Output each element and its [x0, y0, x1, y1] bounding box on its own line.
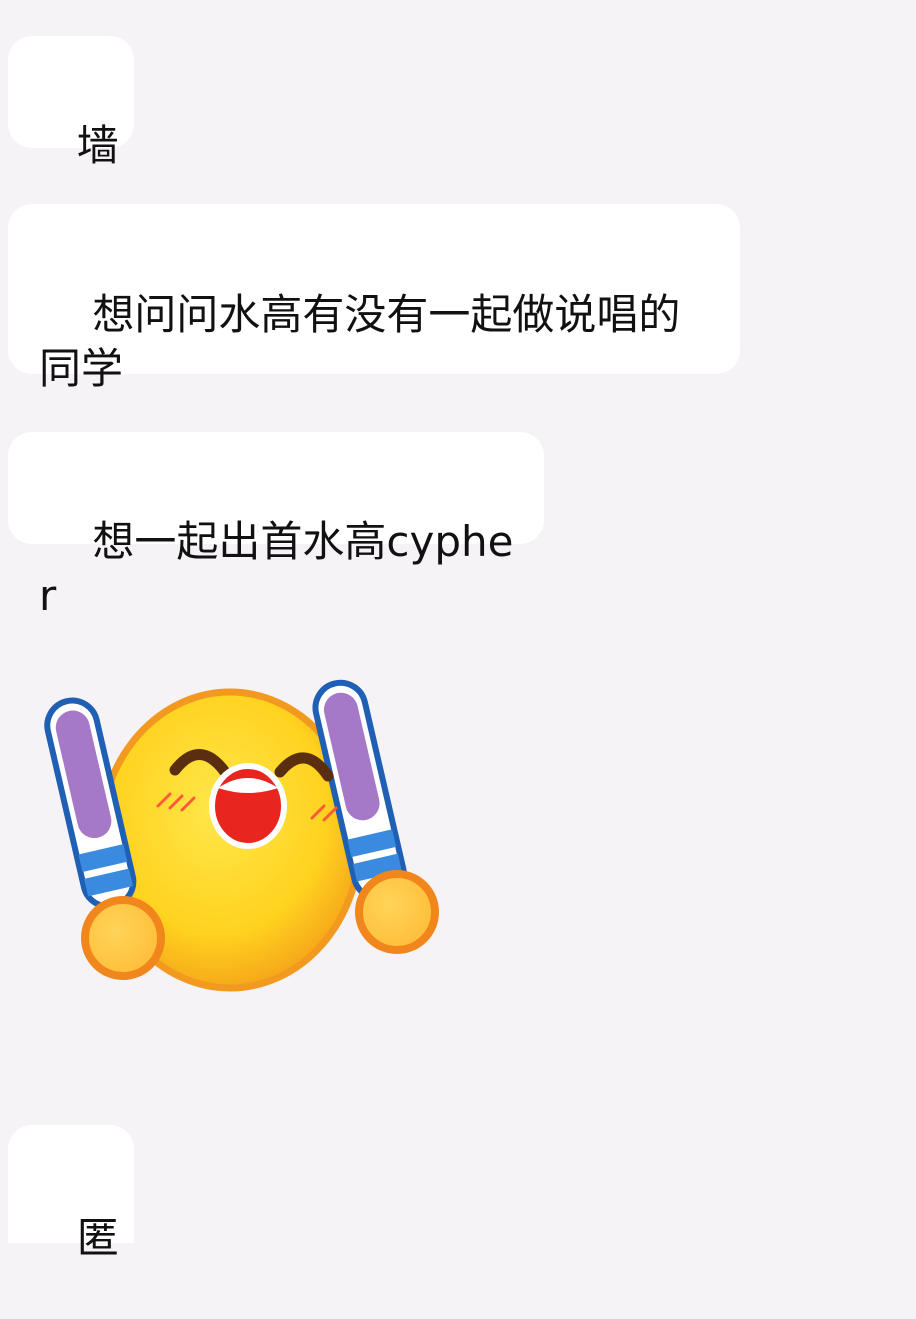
message-text: 想问问水高有没有一起做说唱的同学 [39, 290, 681, 393]
message-bubble[interactable]: 匿 [8, 1125, 134, 1262]
message-bubble[interactable]: 想问问水高有没有一起做说唱的同学 [8, 204, 740, 393]
message-bubble[interactable]: 墙 [8, 36, 134, 170]
message-bubble[interactable]: 想一起出首水高cypher [8, 432, 544, 620]
message-text: 墙 [76, 121, 119, 170]
cheering-emoji-icon [44, 679, 439, 992]
message-text: 匿 [76, 1213, 119, 1262]
left-hand [81, 896, 165, 980]
cheering-emoji-sticker[interactable] [30, 660, 450, 1000]
right-hand [355, 870, 439, 954]
message-text: 想一起出首水高cypher [39, 517, 514, 620]
